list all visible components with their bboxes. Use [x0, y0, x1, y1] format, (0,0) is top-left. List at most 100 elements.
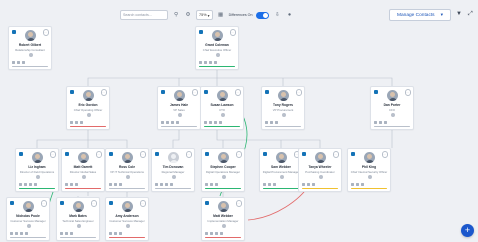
contact-card[interactable]: … Matt Webber Implementation Manager [201, 197, 245, 241]
contact-card[interactable]: … Amy Anderson Customer Success Manager [105, 197, 149, 241]
mail-icon[interactable] [114, 182, 117, 186]
linkedin-icon[interactable] [60, 201, 64, 205]
mail-icon[interactable] [75, 120, 78, 124]
more-options-icon[interactable]: … [90, 200, 97, 207]
contact-card[interactable]: … Stephen Cooper Digital Operations Mana… [201, 148, 245, 192]
more-options-icon[interactable]: … [185, 151, 192, 158]
more-options-icon[interactable]: … [404, 89, 411, 96]
mail-icon[interactable] [209, 120, 212, 124]
mail-icon[interactable] [15, 231, 18, 235]
phone-icon[interactable] [119, 231, 122, 235]
more-options-icon[interactable]: … [234, 89, 241, 96]
edit-icon[interactable] [204, 120, 207, 124]
mail-icon[interactable] [17, 60, 20, 64]
mail-icon[interactable] [204, 60, 207, 64]
mail-icon[interactable] [70, 182, 73, 186]
contact-card[interactable]: … Liz Ingham Director of Field Operation… [15, 148, 59, 192]
mail-icon[interactable] [356, 182, 359, 186]
linkedin-icon[interactable] [265, 90, 269, 94]
linkedin-icon[interactable] [10, 201, 14, 205]
edit-icon[interactable] [109, 182, 112, 186]
phone-icon[interactable] [29, 182, 32, 186]
mail-icon[interactable] [210, 182, 213, 186]
linkedin-icon[interactable] [70, 90, 74, 94]
edit-icon[interactable] [65, 182, 68, 186]
contact-card[interactable]: … Matt Garrett Director Global Sales [61, 148, 105, 192]
more-options-icon[interactable]: … [295, 89, 302, 96]
link-icon[interactable] [25, 231, 28, 235]
more-options-icon[interactable]: … [95, 151, 102, 158]
more-options-icon[interactable]: … [42, 29, 49, 36]
linkedin-icon[interactable] [161, 90, 165, 94]
edit-icon[interactable] [205, 182, 208, 186]
linkedin-icon[interactable] [204, 90, 208, 94]
edit-icon[interactable] [161, 120, 164, 124]
contact-card[interactable]: … Robert Gilbert Relationship Consultant [8, 26, 52, 70]
link-icon[interactable] [214, 60, 217, 64]
more-options-icon[interactable]: … [139, 200, 146, 207]
phone-icon[interactable] [275, 120, 278, 124]
edit-icon[interactable] [19, 182, 22, 186]
mail-icon[interactable] [210, 231, 213, 235]
edit-icon[interactable] [12, 60, 15, 64]
link-icon[interactable] [34, 182, 37, 186]
phone-icon[interactable] [80, 120, 83, 124]
contact-card[interactable]: … Tony Rogers VP Procurement [261, 86, 305, 130]
contact-card[interactable]: … Mark Bates Technical Sales Engineer [56, 197, 100, 241]
linkedin-icon[interactable] [205, 201, 209, 205]
link-icon[interactable] [170, 182, 173, 186]
edit-icon[interactable] [205, 231, 208, 235]
contact-card[interactable]: … Susan Lawson CTO [200, 86, 244, 130]
mail-icon[interactable] [65, 231, 68, 235]
phone-icon[interactable] [361, 182, 364, 186]
contact-card[interactable]: … Eric Gordon Chief Operating Officer [66, 86, 110, 130]
linkedin-icon[interactable] [374, 90, 378, 94]
edit-icon[interactable] [155, 182, 158, 186]
more-options-icon[interactable]: … [191, 89, 198, 96]
contact-card[interactable]: … Grant Coleman Chief Executive Officer [195, 26, 239, 70]
linkedin-icon[interactable] [65, 152, 69, 156]
more-options-icon[interactable]: … [332, 151, 339, 158]
contact-card[interactable]: … Ross Cole VP IT Technical Operations [105, 148, 149, 192]
contact-card[interactable]: … Dan Porter CFO [370, 86, 414, 130]
more-options-icon[interactable]: … [139, 151, 146, 158]
edit-icon[interactable] [374, 120, 377, 124]
edit-icon[interactable] [70, 120, 73, 124]
phone-icon[interactable] [22, 60, 25, 64]
linkedin-icon[interactable] [19, 152, 23, 156]
linkedin-icon[interactable] [199, 30, 203, 34]
phone-icon[interactable] [165, 182, 168, 186]
linkedin-icon[interactable] [155, 152, 159, 156]
mail-icon[interactable] [114, 231, 117, 235]
mail-icon[interactable] [166, 120, 169, 124]
linkedin-icon[interactable] [109, 201, 113, 205]
phone-icon[interactable] [119, 182, 122, 186]
contact-card[interactable]: … Phil King Chief Internal Security Offi… [347, 148, 391, 192]
phone-icon[interactable] [215, 231, 218, 235]
phone-icon[interactable] [171, 120, 174, 124]
more-options-icon[interactable]: … [235, 151, 242, 158]
contact-card[interactable]: … James Hale VP Sales [157, 86, 201, 130]
edit-icon[interactable] [109, 231, 112, 235]
edit-icon[interactable] [60, 231, 63, 235]
linkedin-icon[interactable] [109, 152, 113, 156]
phone-icon[interactable] [70, 231, 73, 235]
phone-icon[interactable] [209, 60, 212, 64]
mail-icon[interactable] [24, 182, 27, 186]
link-icon[interactable] [220, 231, 223, 235]
more-options-icon[interactable]: … [49, 151, 56, 158]
linkedin-icon[interactable] [12, 30, 16, 34]
edit-icon[interactable] [199, 60, 202, 64]
mail-icon[interactable] [307, 182, 310, 186]
mail-icon[interactable] [160, 182, 163, 186]
more-options-icon[interactable]: … [229, 29, 236, 36]
contact-card[interactable]: … Tanya Wheeler Purchasing Coordinator [298, 148, 342, 192]
mail-icon[interactable] [270, 120, 273, 124]
phone-icon[interactable] [384, 120, 387, 124]
contact-card[interactable]: … Sam Webber Digital Procurement Manager [259, 148, 303, 192]
more-options-icon[interactable]: … [235, 200, 242, 207]
linkedin-icon[interactable] [302, 152, 306, 156]
edit-icon[interactable] [265, 120, 268, 124]
link-icon[interactable] [176, 120, 179, 124]
link-icon[interactable] [219, 120, 222, 124]
